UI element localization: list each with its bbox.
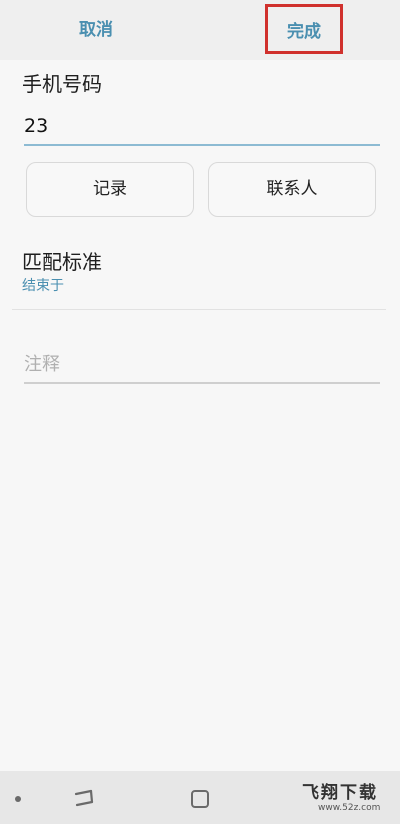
cancel-button[interactable]: 取消 [60, 0, 132, 60]
phone-number-label: 手机号码 [22, 72, 102, 96]
watermark-url: www.52z.com [318, 803, 381, 813]
contacts-button[interactable]: 联系人 [208, 162, 376, 217]
divider [12, 309, 386, 310]
watermark-logo: 飞翔下载 www.52z.com [302, 778, 396, 818]
top-action-bar: 取消 完成 [0, 0, 400, 60]
done-button[interactable]: 完成 [265, 4, 343, 54]
nav-dot-icon[interactable] [15, 796, 21, 802]
phone-number-input[interactable] [24, 108, 380, 146]
watermark-brand: 飞翔下载 [302, 783, 378, 803]
home-icon[interactable] [191, 790, 209, 808]
records-button[interactable]: 记录 [26, 162, 194, 217]
match-criteria-value[interactable]: 结束于 [22, 275, 64, 295]
match-criteria-label[interactable]: 匹配标准 [22, 246, 102, 275]
note-input[interactable] [24, 346, 380, 384]
recent-apps-icon[interactable] [72, 787, 96, 809]
